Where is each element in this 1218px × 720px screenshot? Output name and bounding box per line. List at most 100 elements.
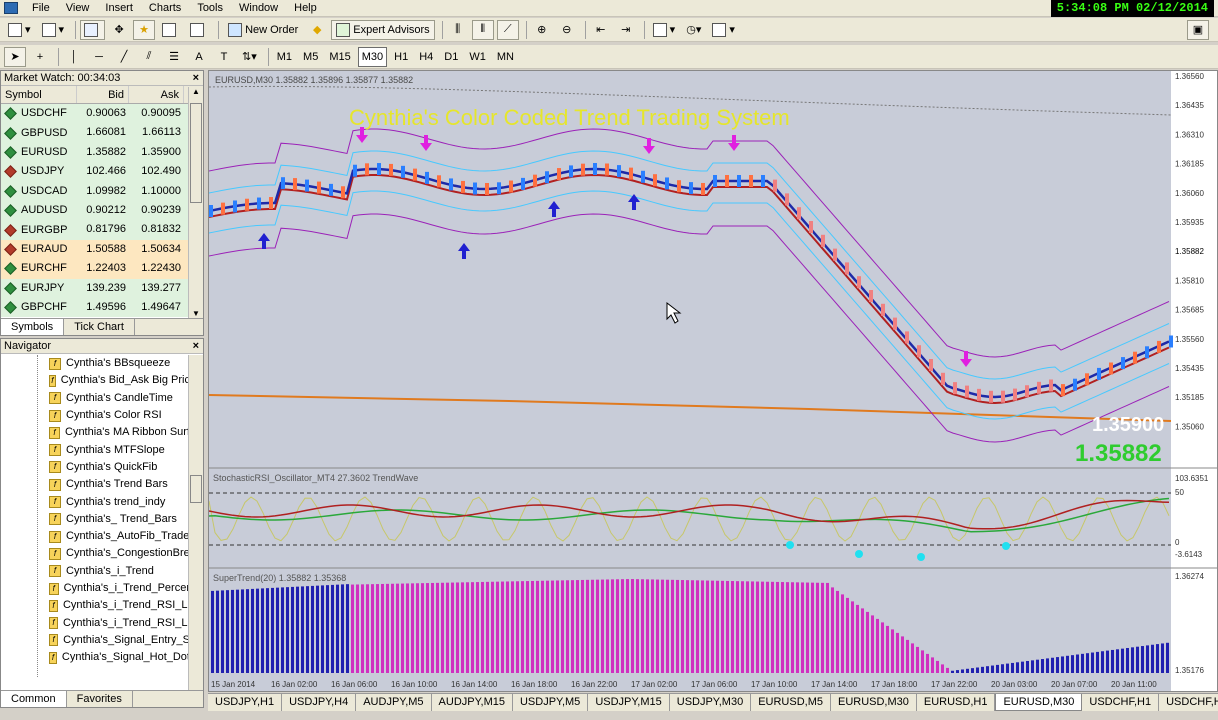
chart-tab[interactable]: USDJPY,M15 (588, 694, 670, 711)
menu-tools[interactable]: Tools (189, 2, 231, 14)
text-label-button[interactable]: T (213, 47, 235, 67)
tab-tick-chart[interactable]: Tick Chart (64, 319, 135, 335)
navigator-item[interactable]: f Cynthia's_Signal_Hot_Dot (1, 649, 190, 666)
close-icon[interactable]: × (193, 339, 199, 354)
arrows-button[interactable]: ⇅ ▾ (238, 47, 261, 67)
market-watch-row[interactable]: EURJPY 139.239 139.277 (1, 278, 203, 298)
market-watch-toggle[interactable] (80, 19, 106, 40)
navigator-item[interactable]: f Cynthia's_i_Trend_Percer (1, 580, 190, 597)
expert-advisors-button[interactable]: Expert Advisors (331, 19, 435, 40)
crosshair-button[interactable]: + (29, 47, 51, 67)
strategy-tester-button[interactable] (186, 20, 211, 40)
chart-tab[interactable]: USDJPY,M5 (513, 694, 589, 711)
tf-m1[interactable]: M1 (273, 47, 296, 67)
market-watch-row[interactable]: USDCAD 1.09982 1.10000 (1, 181, 203, 201)
tf-h1[interactable]: H1 (390, 47, 412, 67)
navigator-item[interactable]: f Cynthia's trend_indy (1, 493, 190, 510)
navigator-item[interactable]: f Cynthia's_i_Trend_RSI_Li (1, 597, 190, 614)
chart-tab[interactable]: EURUSD,M30 (995, 694, 1083, 711)
scroll-up-icon[interactable]: ▲ (192, 87, 200, 96)
tf-d1[interactable]: D1 (440, 47, 462, 67)
navigator-item[interactable]: f Cynthia's_i_Trend (1, 563, 190, 580)
navigator-item[interactable]: f Cynthia's MTFSlope (1, 441, 190, 458)
auto-scroll-button[interactable]: ⇤ (590, 20, 612, 40)
market-watch-row[interactable]: GBPCHF 1.49596 1.49647 (1, 297, 203, 318)
navigator-item[interactable]: f Cynthia's QuickFib (1, 459, 190, 476)
menu-view[interactable]: View (58, 2, 98, 14)
navigator-item[interactable]: f Cynthia's Trend Bars (1, 476, 190, 493)
menu-insert[interactable]: Insert (97, 2, 141, 14)
chat-button[interactable]: ▣ (1187, 19, 1209, 40)
chart-tab[interactable]: EURUSD,H1 (917, 694, 996, 711)
navigator-item[interactable]: f Cynthia's Bid_Ask Big Pric (1, 372, 190, 389)
market-watch-row[interactable]: USDCHF 0.90063 0.90095 (1, 104, 203, 124)
chart-tab[interactable]: USDJPY,H1 (208, 694, 283, 711)
navigator-item[interactable]: f Cynthia's CandleTime (1, 390, 190, 407)
navigator-item[interactable]: f Cynthia's_AutoFib_Trade (1, 528, 190, 545)
menu-charts[interactable]: Charts (141, 2, 189, 14)
data-window-button[interactable]: ✥ (108, 20, 130, 40)
chart-shift-button[interactable]: ⇥ (615, 20, 637, 40)
chart-tab[interactable]: USDCHF,H1 (1082, 694, 1160, 711)
market-watch-row[interactable]: AUDUSD 0.90212 0.90239 (1, 200, 203, 221)
menu-window[interactable]: Window (231, 2, 286, 14)
navigator-item[interactable]: f Cynthia's_i_Trend_RSI_Li (1, 614, 190, 631)
chart-tab[interactable]: EURUSD,M30 (831, 694, 917, 711)
menu-help[interactable]: Help (286, 2, 325, 14)
tf-w1[interactable]: W1 (465, 47, 490, 67)
fibonacci-button[interactable]: ☰ (163, 47, 185, 67)
navigator-item[interactable]: f Cynthia's_ Trend_Bars (1, 511, 190, 528)
tab-favorites[interactable]: Favorites (67, 691, 133, 707)
horizontal-line-button[interactable]: ─ (88, 47, 110, 67)
chart-window[interactable]: Cynthia's Color Coded Trend Trading Syst… (208, 70, 1218, 692)
templates-button[interactable]: ▾ (708, 20, 739, 40)
new-chart-button[interactable]: ▾ (4, 20, 35, 40)
chart-tab[interactable]: AUDJPY,M15 (432, 694, 513, 711)
chart-canvas[interactable]: Cynthia's Color Coded Trend Trading Syst… (208, 71, 1217, 691)
tf-m30[interactable]: M30 (357, 46, 388, 67)
navigator-toggle[interactable]: ★ (133, 19, 156, 40)
scroll-down-icon[interactable]: ▼ (192, 309, 200, 318)
market-watch-row[interactable]: EURCHF 1.22403 1.22430 (1, 259, 203, 279)
market-watch-row[interactable]: EURAUD 1.50588 1.50634 (1, 239, 203, 260)
zoom-in-button[interactable]: ⊕ (531, 20, 553, 40)
tf-m5[interactable]: M5 (299, 47, 322, 67)
market-watch-row[interactable]: EURUSD 1.35882 1.35900 (1, 142, 203, 163)
chart-tab[interactable]: EURUSD,M5 (751, 694, 831, 711)
market-watch-row[interactable]: USDJPY 102.466 102.490 (1, 162, 203, 182)
candlestick-button[interactable]: ⫴ (471, 19, 494, 40)
metaeditor-button[interactable]: ◆ (306, 20, 328, 40)
navigator-item[interactable]: f Cynthia's_Signal_Entry_S (1, 632, 190, 649)
terminal-button[interactable] (158, 20, 183, 40)
navigator-item[interactable]: f Cynthia's_CongestionBre (1, 545, 190, 562)
tf-m15[interactable]: M15 (325, 47, 354, 67)
market-watch-row[interactable]: GBPUSD 1.66081 1.66113 (1, 123, 203, 143)
periods-button[interactable]: ◷ ▾ (682, 20, 705, 40)
cursor-button[interactable]: ➤ (4, 46, 26, 67)
navigator-item[interactable]: f Cynthia's Color RSI (1, 407, 190, 424)
market-watch-row[interactable]: EURGBP 0.81796 0.81832 (1, 220, 203, 240)
tab-symbols[interactable]: Symbols (1, 319, 65, 335)
line-chart-button[interactable]: ⟋ (496, 19, 519, 40)
indicators-button[interactable]: ▾ (649, 20, 680, 40)
new-order-button[interactable]: New Order (223, 20, 303, 40)
zoom-out-button[interactable]: ⊖ (556, 20, 578, 40)
profiles-button[interactable]: ▾ (38, 20, 69, 40)
col-bid[interactable]: Bid (77, 86, 129, 103)
chart-tab[interactable]: USDJPY,H4 (282, 694, 357, 711)
scroll-thumb[interactable] (190, 103, 202, 203)
navigator-scrollbar[interactable] (188, 355, 203, 690)
app-icon[interactable] (4, 2, 18, 14)
close-icon[interactable]: × (193, 71, 199, 86)
text-button[interactable]: A (188, 47, 210, 67)
channel-button[interactable]: ⫽ (138, 47, 160, 67)
tab-common[interactable]: Common (1, 691, 67, 707)
bar-chart-button[interactable]: ⫼ (447, 20, 469, 40)
tf-mn[interactable]: MN (493, 47, 518, 67)
col-ask[interactable]: Ask (129, 86, 184, 103)
chart-tab[interactable]: AUDJPY,M5 (356, 694, 432, 711)
navigator-item[interactable]: f Cynthia's MA Ribbon Surf (1, 424, 190, 441)
menu-file[interactable]: File (24, 2, 58, 14)
chart-tab[interactable]: USDJPY,M30 (670, 694, 752, 711)
vertical-line-button[interactable]: │ (63, 47, 85, 67)
